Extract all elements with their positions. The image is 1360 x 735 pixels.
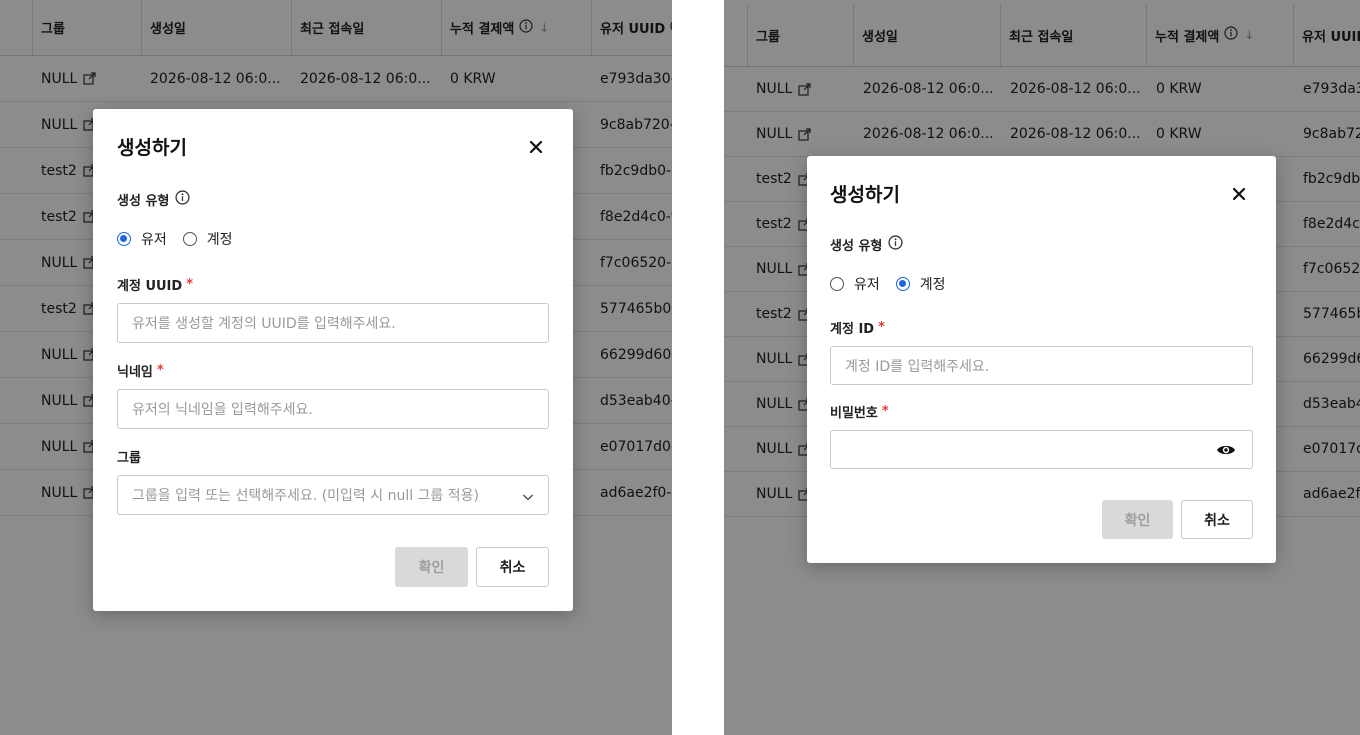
password-input[interactable]	[830, 430, 1253, 469]
left-screen: 그룹 생성일 최근 접속일 누적 결제액 ↓ 유저 UUID NULL 2026-…	[0, 0, 672, 735]
right-screen: 그룹 생성일 최근 접속일 누적 결제액 ↓ 유저 UUID NULL2026-…	[724, 0, 1360, 735]
type-label: 생성 유형	[117, 190, 190, 209]
radio-user-indicator[interactable]	[830, 277, 844, 291]
radio-user[interactable]: 유저	[830, 274, 880, 294]
account-id-label: 계정 ID *	[830, 320, 885, 337]
info-icon[interactable]	[175, 190, 190, 209]
radio-account-indicator[interactable]	[182, 232, 197, 246]
nickname-label: 닉네임 *	[117, 363, 164, 380]
chevron-down-icon[interactable]	[522, 490, 534, 506]
close-icon[interactable]	[527, 138, 545, 156]
group-select[interactable]: 그룹을 입력 또는 선택해주세요. (미입력 시 null 그룹 적용)	[117, 475, 549, 515]
type-radio-group: 유저 계정	[830, 274, 962, 294]
eye-icon[interactable]	[1216, 443, 1236, 461]
account-id-input[interactable]: 계정 ID를 입력해주세요.	[830, 346, 1253, 385]
uuid-input[interactable]: 유저를 생성할 계정의 UUID를 입력해주세요.	[117, 303, 549, 343]
radio-user-indicator[interactable]	[117, 232, 131, 246]
nickname-input[interactable]: 유저의 닉네임을 입력해주세요.	[117, 389, 549, 429]
cancel-button[interactable]: 취소	[1181, 500, 1253, 539]
create-account-modal: 생성하기 생성 유형 유저 계정 계정 ID * 계정 ID를 입력해주세요. 비…	[807, 156, 1276, 563]
radio-account[interactable]: 계정	[182, 229, 233, 249]
radio-user[interactable]: 유저	[117, 229, 167, 249]
required-mark: *	[156, 363, 164, 378]
required-mark: *	[186, 277, 193, 292]
uuid-label: 계정 UUID *	[117, 277, 193, 294]
modal-title: 생성하기	[117, 137, 187, 159]
create-user-modal: 생성하기 생성 유형 유저 계정 계정 UUID * 유저를 생성할 계정의 UU…	[93, 109, 573, 611]
modal-title: 생성하기	[830, 184, 900, 206]
radio-account[interactable]: 계정	[895, 274, 946, 294]
required-mark: *	[878, 320, 885, 335]
password-label: 비밀번호 *	[830, 404, 889, 421]
confirm-button[interactable]: 확인	[395, 547, 468, 587]
required-mark: *	[881, 404, 889, 419]
group-label: 그룹	[117, 451, 141, 466]
info-icon[interactable]	[888, 235, 903, 254]
cancel-button[interactable]: 취소	[476, 547, 549, 587]
type-label: 생성 유형	[830, 235, 903, 254]
close-icon[interactable]	[1230, 185, 1248, 203]
confirm-button[interactable]: 확인	[1102, 500, 1173, 539]
radio-account-indicator[interactable]	[895, 277, 910, 291]
type-radio-group: 유저 계정	[117, 229, 249, 249]
